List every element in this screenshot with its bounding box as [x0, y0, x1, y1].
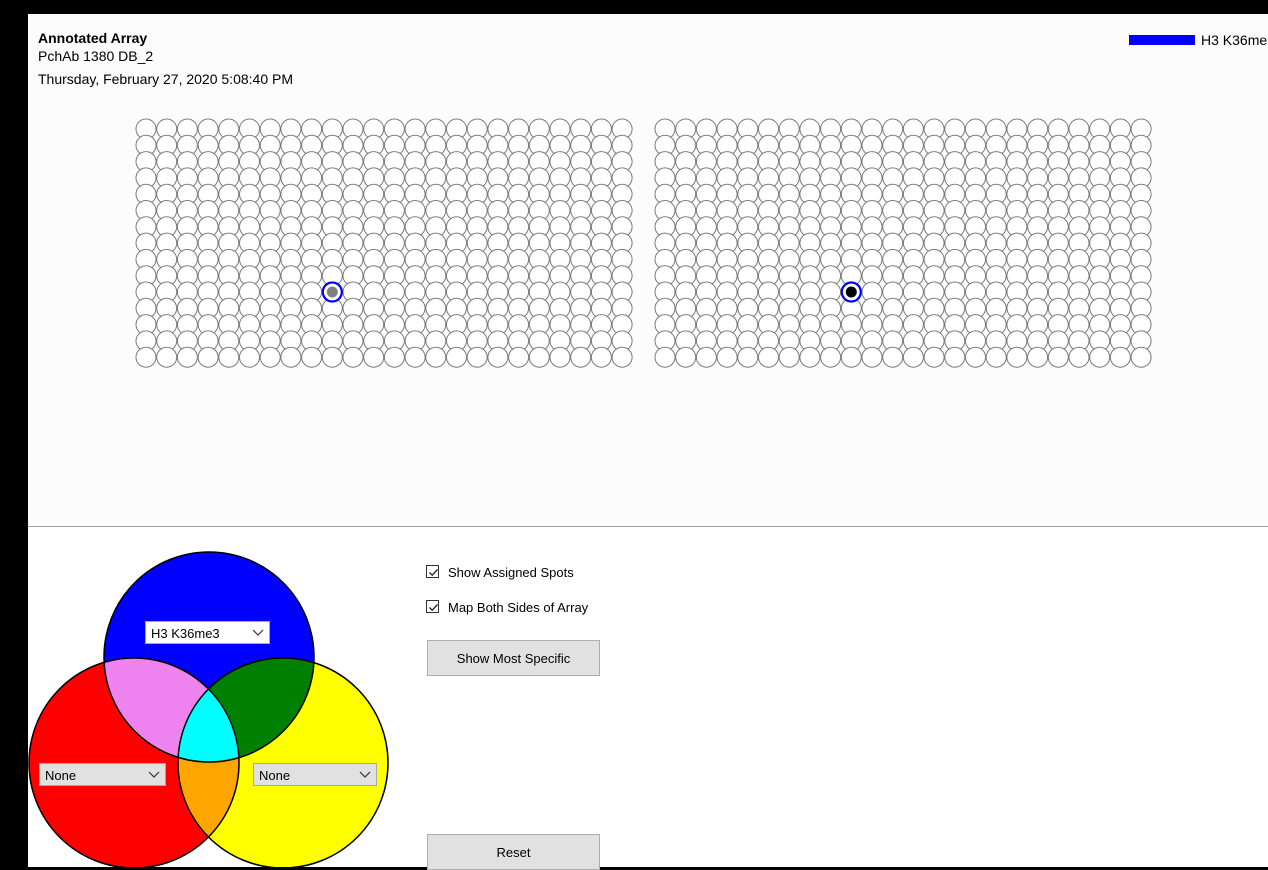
array-spot[interactable] [1006, 346, 1028, 368]
right-set-select[interactable]: None [253, 763, 377, 786]
array-spot[interactable] [944, 346, 966, 368]
array-spot[interactable] [985, 346, 1007, 368]
array-spot[interactable] [239, 346, 260, 368]
array-spot[interactable] [1027, 346, 1049, 368]
controls-panel: H3 K36me3 None None Show Assigned Spots … [28, 527, 1268, 870]
array-spot[interactable] [259, 346, 281, 368]
right-set-value: None [259, 768, 291, 783]
application-canvas: Annotated Array PchAb 1380 DB_2 Thursday… [28, 14, 1268, 870]
array-spot[interactable] [404, 346, 426, 368]
array-spot[interactable] [549, 346, 571, 368]
show-most-specific-button[interactable]: Show Most Specific [427, 640, 600, 676]
array-spot[interactable] [716, 346, 738, 368]
left-set-select[interactable]: None [39, 763, 166, 786]
array-spot[interactable] [611, 346, 633, 368]
array-spot[interactable] [363, 346, 385, 368]
left-spot-block [135, 118, 633, 368]
chevron-down-icon [252, 629, 264, 636]
array-spot[interactable] [342, 346, 364, 368]
array-spot[interactable] [965, 346, 986, 368]
array-spot[interactable] [1047, 346, 1069, 368]
array-spot[interactable] [197, 346, 219, 368]
array-spot[interactable] [654, 346, 676, 368]
array-spot[interactable] [590, 346, 612, 368]
array-spot[interactable] [923, 346, 945, 368]
array-spot[interactable] [799, 346, 821, 368]
array-spot[interactable] [840, 346, 862, 368]
spot-array [135, 118, 1152, 368]
array-spot[interactable] [176, 346, 198, 368]
chevron-down-icon [148, 771, 160, 778]
map-both-sides-checkbox[interactable] [426, 600, 439, 613]
show-assigned-spots-label: Show Assigned Spots [448, 565, 574, 580]
array-spot[interactable] [466, 346, 488, 368]
array-spot[interactable] [570, 346, 592, 368]
left-set-value: None [45, 768, 77, 783]
annotated-array-panel: Annotated Array PchAb 1380 DB_2 Thursday… [28, 14, 1268, 527]
array-spot[interactable] [902, 346, 924, 368]
array-spot[interactable] [280, 346, 302, 368]
array-spot[interactable] [383, 346, 405, 368]
assigned-spot-signal [845, 286, 857, 298]
array-spot[interactable] [1109, 346, 1131, 368]
array-spot[interactable] [425, 346, 447, 368]
array-spot[interactable] [737, 346, 759, 368]
reset-button[interactable]: Reset [427, 834, 600, 870]
show-assigned-spots-checkbox[interactable] [426, 565, 439, 578]
chevron-down-icon [359, 771, 371, 778]
array-spot[interactable] [135, 346, 157, 368]
array-spot[interactable] [446, 346, 467, 368]
array-spot[interactable] [820, 346, 842, 368]
array-spot[interactable] [861, 346, 883, 368]
array-spot[interactable] [1089, 346, 1111, 368]
checkmark-icon [429, 569, 438, 577]
venn-diagram [28, 551, 389, 867]
array-spot[interactable] [758, 346, 779, 368]
array-spot[interactable] [508, 346, 530, 368]
array-spot[interactable] [487, 346, 509, 368]
top-set-value: H3 K36me3 [151, 626, 220, 641]
top-set-select[interactable]: H3 K36me3 [145, 621, 270, 644]
array-spot[interactable] [1068, 346, 1090, 368]
array-spot[interactable] [695, 346, 717, 368]
array-spot[interactable] [301, 346, 323, 368]
checkmark-icon [429, 604, 438, 612]
assigned-spot-signal [326, 286, 338, 298]
array-spot[interactable] [218, 346, 240, 368]
array-spot[interactable] [882, 346, 904, 368]
array-spot[interactable] [156, 346, 178, 368]
array-spot[interactable] [528, 346, 550, 368]
array-spot[interactable] [321, 346, 343, 368]
array-spot[interactable] [1130, 346, 1152, 368]
array-spot[interactable] [675, 346, 697, 368]
array-spot[interactable] [778, 346, 800, 368]
map-both-sides-label: Map Both Sides of Array [448, 600, 589, 615]
right-spot-block [654, 118, 1152, 368]
